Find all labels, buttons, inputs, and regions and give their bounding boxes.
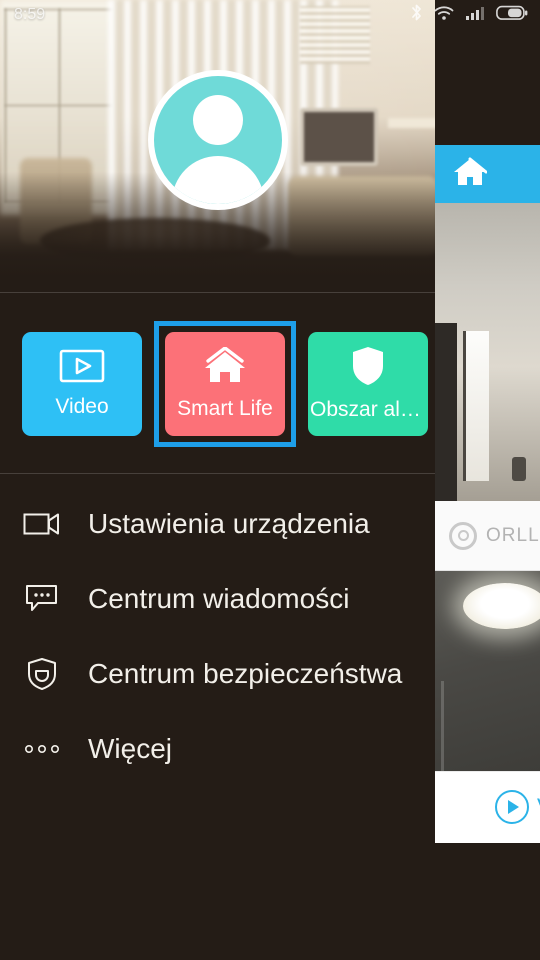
video-camera-icon: [22, 511, 62, 537]
tile-alarm-area[interactable]: Obszar ala...: [308, 332, 428, 436]
menu-item-device-settings-label: Ustawienia urządzenia: [88, 507, 370, 539]
signal-icon: [465, 5, 485, 26]
tile-video[interactable]: Video: [22, 332, 142, 436]
tile-alarm-area-label: Obszar ala...: [310, 398, 426, 421]
menu-item-security-center-label: Centrum bezpieczeństwa: [88, 657, 403, 689]
menu-item-message-center[interactable]: Centrum wiadomości: [0, 561, 435, 636]
menu-item-message-center-label: Centrum wiadomości: [88, 582, 350, 614]
device-name: ORLLO: [486, 524, 540, 546]
tile-video-label: Video: [55, 395, 109, 418]
home-icon: [202, 347, 248, 385]
status-bar: 8:59: [0, 0, 540, 30]
background-app-panel[interactable]: ORLLO V: [435, 145, 540, 843]
tile-smart-life-label: Smart Life: [177, 397, 273, 420]
play-row[interactable]: V: [435, 771, 540, 841]
tile-alarm-area-wrap[interactable]: Obszar ala...: [308, 332, 428, 436]
camera-lens-icon: [449, 521, 477, 550]
menu-item-more-label: Więcej: [88, 732, 173, 764]
phone-screen: ORLLO V: [0, 0, 540, 960]
app-top-bar: [435, 145, 540, 203]
menu-item-more[interactable]: Więcej: [0, 711, 435, 786]
drawer-menu: Ustawienia urządzenia Centrum wiadomości: [0, 474, 435, 786]
menu-item-device-settings[interactable]: Ustawienia urządzenia: [0, 486, 435, 561]
video-play-icon: [59, 349, 105, 383]
wifi-icon: [434, 5, 454, 26]
tile-video-wrap[interactable]: Video: [22, 332, 142, 436]
more-dots-icon: [22, 743, 62, 755]
tile-smart-life[interactable]: Smart Life: [165, 332, 285, 436]
shield-icon: [351, 346, 385, 386]
play-circle-icon[interactable]: [495, 789, 529, 824]
camera-feed-hallway[interactable]: [435, 203, 540, 501]
status-bar-time: 8:59: [14, 6, 46, 23]
menu-item-security-center[interactable]: Centrum bezpieczeństwa: [0, 636, 435, 711]
shield-lock-icon: [22, 657, 62, 691]
home-icon: [453, 157, 488, 192]
device-row[interactable]: ORLLO: [435, 501, 540, 571]
message-bubble-icon: [22, 584, 62, 614]
bluetooth-icon: [410, 3, 423, 27]
tile-smart-life-wrap[interactable]: Smart Life: [154, 321, 296, 447]
camera-feed-ceiling-light[interactable]: [435, 571, 540, 771]
battery-icon: [496, 5, 528, 26]
avatar[interactable]: [148, 70, 288, 210]
drawer-header: [0, 0, 435, 292]
navigation-drawer: Video Smart Life Obszar ala... Ustawieni…: [0, 0, 435, 960]
category-tiles: Video Smart Life Obszar ala...: [0, 293, 435, 473]
